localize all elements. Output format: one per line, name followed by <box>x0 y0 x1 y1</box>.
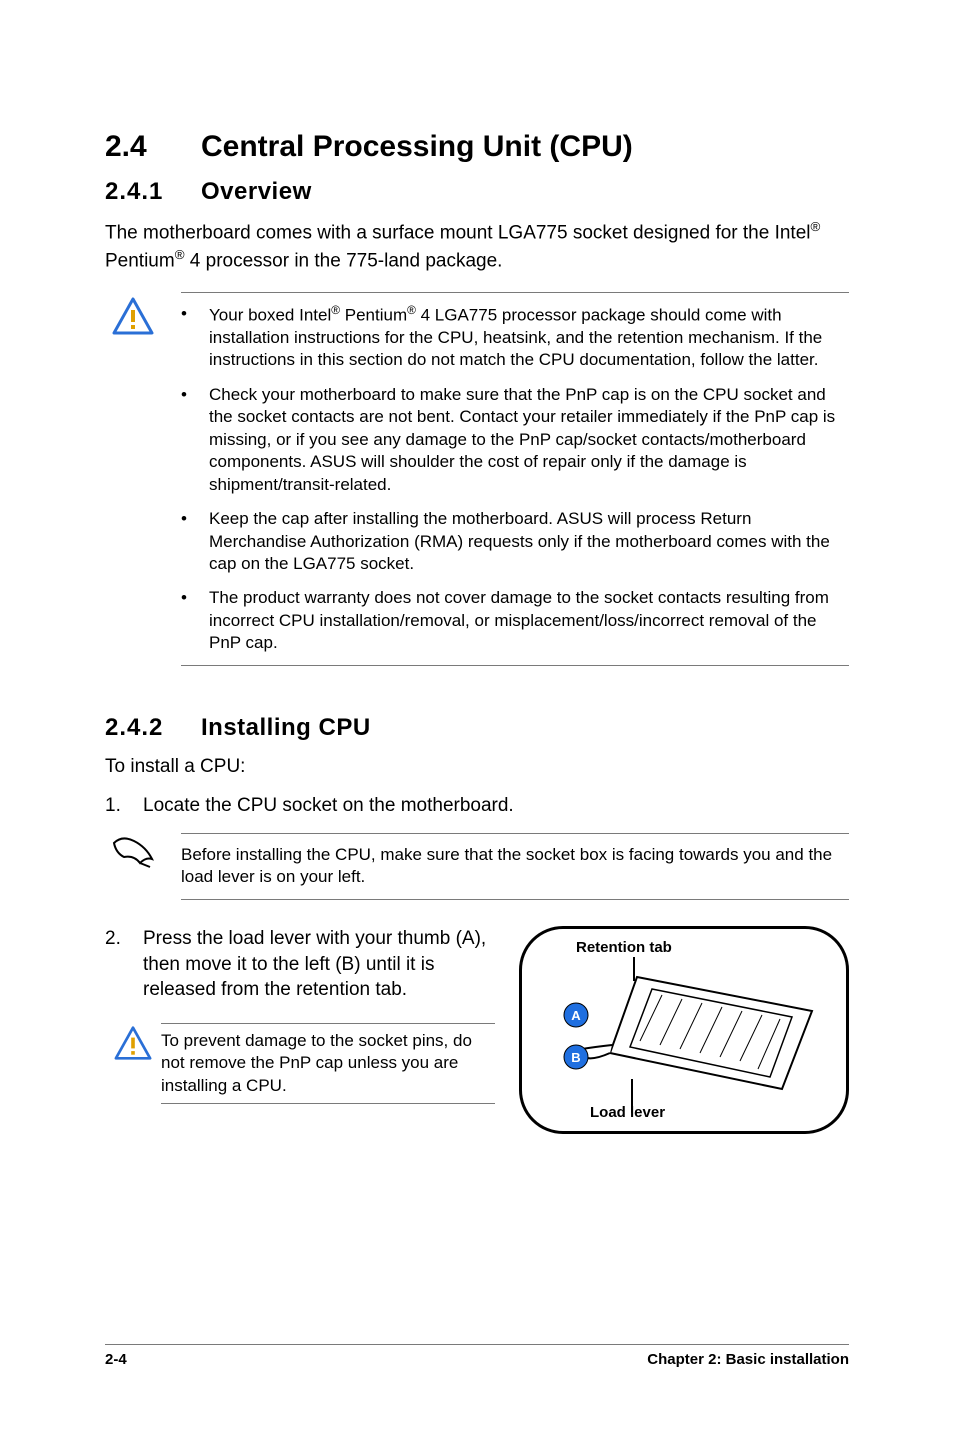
svg-text:A: A <box>571 1008 581 1023</box>
note-list: • Your boxed Intel® Pentium® 4 LGA775 pr… <box>181 303 849 655</box>
icon-column <box>105 1023 161 1104</box>
footer-divider <box>105 1344 849 1345</box>
info-callout: Before installing the CPU, make sure tha… <box>105 833 849 900</box>
note-text: Check your motherboard to make sure that… <box>209 384 849 496</box>
page: 2.4Central Processing Unit (CPU) 2.4.1Ov… <box>0 0 954 1438</box>
step-text: Press the load lever with your thumb (A)… <box>143 926 495 1003</box>
heading-title: Central Processing Unit (CPU) <box>201 130 633 163</box>
icon-column <box>105 833 161 900</box>
hand-point-icon <box>110 837 156 869</box>
divider <box>181 665 849 666</box>
chapter-title: Chapter 2: Basic installation <box>647 1351 849 1368</box>
section-1-heading: 2.4.1Overview <box>105 178 849 206</box>
warning-callout: • Your boxed Intel® Pentium® 4 LGA775 pr… <box>105 292 849 666</box>
step-2-row: 2. Press the load lever with your thumb … <box>105 926 849 1134</box>
page-number: 2-4 <box>105 1351 127 1368</box>
intro-text-2: Pentium <box>105 250 175 271</box>
main-heading: 2.4Central Processing Unit (CPU) <box>105 130 849 164</box>
note-text: Your boxed Intel® Pentium® 4 LGA775 proc… <box>209 303 849 372</box>
step-text: Locate the CPU socket on the motherboard… <box>143 793 514 819</box>
bullet-icon: • <box>181 303 209 372</box>
section-1-number: 2.4.1 <box>105 178 201 206</box>
callout-text: Before installing the CPU, make sure tha… <box>181 833 849 900</box>
figure-label-lever: Load lever <box>590 1104 665 1121</box>
icon-column <box>105 292 161 666</box>
section-2-number: 2.4.2 <box>105 714 201 742</box>
divider <box>181 292 849 293</box>
figure-column: Retention tab <box>519 926 849 1134</box>
page-footer: 2-4 Chapter 2: Basic installation <box>0 1344 954 1368</box>
cpu-socket-figure: Retention tab <box>519 926 849 1134</box>
intro-text-1: The motherboard comes with a surface mou… <box>105 222 811 243</box>
note-text: The product warranty does not cover dama… <box>209 587 849 654</box>
note-item: • Check your motherboard to make sure th… <box>181 384 849 496</box>
divider <box>181 899 849 900</box>
reg-mark: ® <box>811 219 821 234</box>
step-number: 1. <box>105 793 143 819</box>
footer-row: 2-4 Chapter 2: Basic installation <box>105 1351 849 1368</box>
heading-number: 2.4 <box>105 130 201 164</box>
section-1-intro: The motherboard comes with a surface mou… <box>105 218 849 274</box>
step-1: 1. Locate the CPU socket on the motherbo… <box>105 793 849 819</box>
warning-icon <box>111 296 155 336</box>
divider <box>161 1103 495 1104</box>
section-2-heading: 2.4.2Installing CPU <box>105 714 849 742</box>
note-item: • Keep the cap after installing the moth… <box>181 508 849 575</box>
section-2-intro: To install a CPU: <box>105 754 849 780</box>
socket-diagram-icon: A B <box>522 929 849 1134</box>
intro-text-3: 4 processor in the 775-land package. <box>185 250 503 271</box>
warning-icon <box>113 1025 153 1061</box>
reg-mark: ® <box>175 247 185 262</box>
section-1-title: Overview <box>201 178 312 205</box>
svg-text:B: B <box>571 1050 580 1065</box>
bullet-icon: • <box>181 384 209 496</box>
callout-text: • Your boxed Intel® Pentium® 4 LGA775 pr… <box>181 292 849 666</box>
note-item: • The product warranty does not cover da… <box>181 587 849 654</box>
callout-text: To prevent damage to the socket pins, do… <box>161 1023 495 1104</box>
info-note-text: Before installing the CPU, make sure tha… <box>181 844 849 889</box>
section-2-title: Installing CPU <box>201 714 371 741</box>
note-item: • Your boxed Intel® Pentium® 4 LGA775 pr… <box>181 303 849 372</box>
note-text: Keep the cap after installing the mother… <box>209 508 849 575</box>
step-number: 2. <box>105 926 143 1003</box>
bullet-icon: • <box>181 508 209 575</box>
bullet-icon: • <box>181 587 209 654</box>
warning-callout-2: To prevent damage to the socket pins, do… <box>105 1023 495 1104</box>
divider <box>181 833 849 834</box>
step-2: 2. Press the load lever with your thumb … <box>105 926 495 1003</box>
warn-text: To prevent damage to the socket pins, do… <box>161 1030 495 1097</box>
step-2-left: 2. Press the load lever with your thumb … <box>105 926 495 1134</box>
divider <box>161 1023 495 1024</box>
